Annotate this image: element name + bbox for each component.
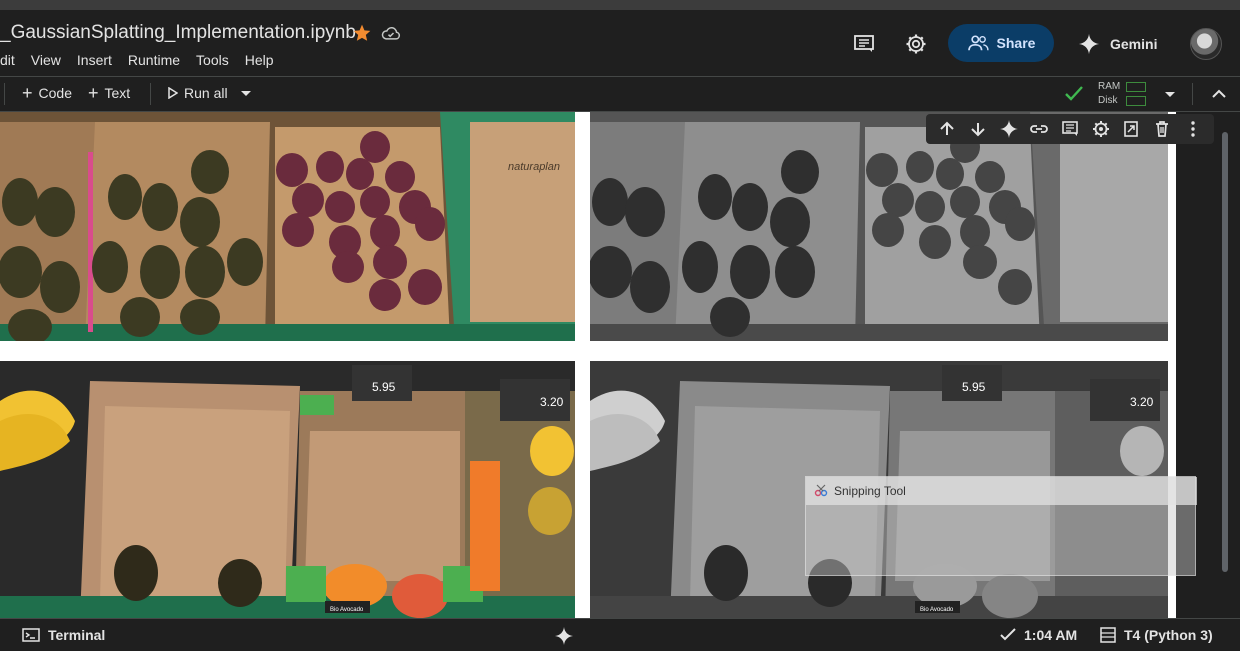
add-code-label: Code bbox=[38, 85, 72, 101]
comments-icon[interactable] bbox=[852, 32, 876, 56]
menu-tools[interactable]: Tools bbox=[196, 52, 229, 68]
status-bar: Terminal 1:04 AM T4 (Python 3) bbox=[0, 618, 1240, 651]
product-label: Bio Avocado bbox=[330, 607, 364, 613]
run-all-label: Run all bbox=[184, 85, 228, 101]
cloud-saved-icon[interactable] bbox=[380, 23, 402, 43]
chevron-down-icon[interactable] bbox=[1164, 91, 1176, 99]
menu-help[interactable]: Help bbox=[245, 52, 274, 68]
price-tag: 3.20 bbox=[540, 395, 564, 409]
delete-trash-icon[interactable] bbox=[1152, 119, 1172, 139]
execution-time: 1:04 AM bbox=[1024, 627, 1078, 643]
move-up-icon[interactable] bbox=[937, 119, 957, 139]
scrollbar-thumb[interactable] bbox=[1222, 132, 1228, 572]
product-label: Bio Avocado bbox=[920, 607, 954, 613]
checkmark-icon bbox=[1065, 86, 1083, 101]
price-tag: 3.20 bbox=[1130, 395, 1154, 409]
disk-usage-bar bbox=[1126, 96, 1146, 106]
terminal-label: Terminal bbox=[48, 627, 106, 643]
gemini-label: Gemini bbox=[1110, 36, 1158, 52]
terminal-icon bbox=[22, 628, 40, 642]
terminal-button[interactable]: Terminal bbox=[22, 627, 105, 643]
menu-bar: dit View Insert Runtime Tools Help bbox=[0, 52, 290, 68]
settings-gear-icon[interactable] bbox=[1091, 119, 1111, 139]
ram-label: RAM bbox=[1098, 81, 1121, 92]
menu-runtime[interactable]: Runtime bbox=[128, 52, 180, 68]
disk-label: Disk bbox=[1098, 95, 1118, 106]
checkmark-icon bbox=[1000, 628, 1016, 641]
price-tag: 5.95 bbox=[372, 380, 396, 394]
gemini-sparkle-icon[interactable] bbox=[999, 119, 1019, 139]
add-text-label: Text bbox=[104, 85, 131, 101]
settings-gear-icon[interactable] bbox=[904, 32, 928, 56]
cell-toolbar bbox=[926, 114, 1214, 144]
notebook-toolbar: + Code + Text Run all RAM Disk bbox=[0, 76, 1240, 112]
toolbar-divider bbox=[150, 83, 151, 105]
fruit-shelf-color-image: 5.95 3.20 Bio Avocado bbox=[0, 361, 575, 618]
menu-edit[interactable]: dit bbox=[0, 52, 15, 68]
share-button[interactable]: Share bbox=[948, 24, 1054, 62]
notebook-header: _GaussianSplatting_Implementation.ipynb … bbox=[0, 0, 1240, 76]
price-tag: 5.95 bbox=[962, 380, 986, 394]
plus-icon: + bbox=[22, 83, 33, 103]
toolbar-divider bbox=[1192, 83, 1193, 105]
menu-insert[interactable]: Insert bbox=[77, 52, 112, 68]
notebook-title[interactable]: _GaussianSplatting_Implementation.ipynb bbox=[0, 22, 356, 44]
snipping-tool-overlay[interactable]: Snipping Tool bbox=[805, 476, 1197, 576]
play-icon bbox=[168, 87, 178, 99]
chevron-up-icon[interactable] bbox=[1212, 89, 1226, 99]
user-avatar[interactable] bbox=[1190, 28, 1222, 60]
plus-icon: + bbox=[88, 83, 99, 103]
gemini-sparkle-icon bbox=[1078, 33, 1100, 55]
toolbar-divider bbox=[4, 83, 5, 105]
people-icon bbox=[967, 35, 989, 51]
gemini-button[interactable]: Gemini bbox=[1078, 33, 1157, 55]
comment-icon[interactable] bbox=[1060, 119, 1080, 139]
snipping-tool-titlebar[interactable]: Snipping Tool bbox=[806, 477, 1197, 505]
resource-monitor[interactable]: RAM Disk bbox=[1098, 80, 1120, 108]
gemini-sparkle-icon[interactable] bbox=[554, 626, 574, 646]
menu-view[interactable]: View bbox=[31, 52, 61, 68]
star-icon[interactable] bbox=[352, 23, 372, 43]
cell-output-area: naturaplan 5.95 3.20 Bio Avocado 5.95 3.… bbox=[0, 112, 1240, 618]
snipping-tool-title: Snipping Tool bbox=[834, 484, 906, 498]
more-options-icon[interactable] bbox=[1183, 119, 1203, 139]
ram-usage-bar bbox=[1126, 82, 1146, 92]
run-all-button[interactable]: Run all bbox=[168, 85, 228, 101]
avocado-crate-color-image: naturaplan bbox=[0, 112, 575, 341]
mirror-cell-icon[interactable] bbox=[1121, 119, 1141, 139]
move-down-icon[interactable] bbox=[968, 119, 988, 139]
add-code-button[interactable]: + Code bbox=[22, 83, 72, 103]
brand-label: naturaplan bbox=[508, 161, 560, 173]
link-icon[interactable] bbox=[1029, 119, 1049, 139]
runtime-icon bbox=[1100, 627, 1116, 643]
share-label: Share bbox=[996, 35, 1036, 51]
execution-status[interactable]: 1:04 AM bbox=[1000, 627, 1077, 643]
runtime-label: T4 (Python 3) bbox=[1124, 627, 1213, 643]
snipping-tool-icon bbox=[814, 484, 828, 497]
chevron-down-icon[interactable] bbox=[240, 90, 252, 98]
runtime-indicator[interactable]: T4 (Python 3) bbox=[1100, 627, 1213, 643]
add-text-button[interactable]: + Text bbox=[88, 83, 131, 103]
avocado-crate-grayscale-image bbox=[590, 112, 1168, 341]
